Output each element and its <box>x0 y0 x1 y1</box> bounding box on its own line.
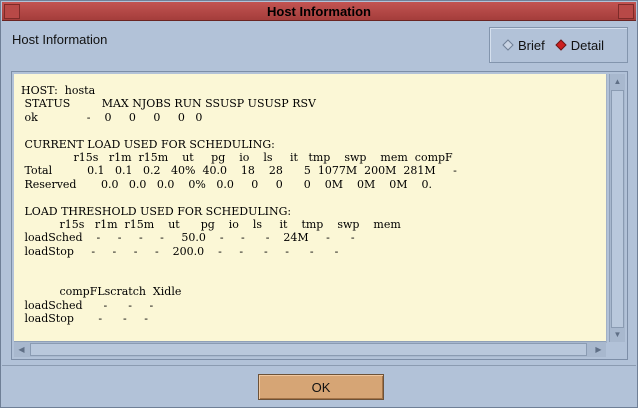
window-menu-icon[interactable] <box>4 4 20 19</box>
vertical-scrollbar[interactable]: ▲ ▼ <box>609 74 625 342</box>
brief-radio[interactable]: Brief <box>502 38 545 53</box>
detail-label: Detail <box>570 37 604 53</box>
window-title: Host Information <box>267 3 371 19</box>
brief-label: Brief <box>518 37 545 53</box>
horizontal-scroll-thumb[interactable] <box>30 343 587 356</box>
horizontal-scrollbar[interactable]: ◀ ▶ <box>14 341 606 357</box>
detail-radio[interactable]: Detail <box>555 38 604 53</box>
radio-unselected-icon <box>502 39 514 51</box>
radio-selected-icon <box>555 39 567 51</box>
view-mode-radio-group: Brief Detail <box>489 27 628 63</box>
host-information-dialog: Host Information Host Information Brief … <box>0 0 638 408</box>
host-report-content: HOST: hosta STATUS MAX NJOBS RUN SSUSP U… <box>21 84 457 325</box>
window-close-icon[interactable] <box>618 4 634 19</box>
footer-divider <box>2 365 636 366</box>
scroll-right-icon[interactable]: ▶ <box>591 342 606 357</box>
ok-button[interactable]: OK <box>258 374 384 400</box>
report-panel: HOST: hosta STATUS MAX NJOBS RUN SSUSP U… <box>11 71 628 360</box>
vertical-scroll-thumb[interactable] <box>611 90 624 328</box>
host-report-text-area[interactable]: HOST: hosta STATUS MAX NJOBS RUN SSUSP U… <box>14 74 607 343</box>
scrollbar-corner <box>610 342 625 357</box>
title-bar[interactable]: Host Information <box>2 2 636 21</box>
host-information-label: Host Information <box>12 32 108 47</box>
scroll-down-icon[interactable]: ▼ <box>610 327 625 342</box>
scroll-up-icon[interactable]: ▲ <box>610 74 625 89</box>
scroll-left-icon[interactable]: ◀ <box>14 342 29 357</box>
